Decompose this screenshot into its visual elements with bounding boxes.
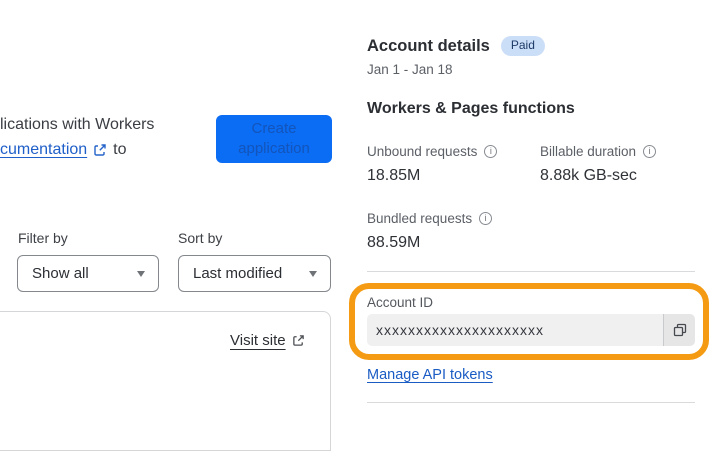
info-icon[interactable]: i bbox=[484, 145, 498, 158]
account-id-input[interactable] bbox=[367, 314, 663, 346]
account-details-header: Account details Paid bbox=[367, 36, 545, 57]
divider bbox=[367, 271, 695, 272]
bundled-requests-label: Bundled requests i bbox=[367, 211, 493, 226]
info-icon[interactable]: i bbox=[643, 145, 657, 158]
filter-by-label: Filter by bbox=[18, 230, 68, 246]
visit-site-link[interactable]: Visit site bbox=[230, 332, 305, 349]
workers-pages-functions-heading: Workers & Pages functions bbox=[367, 100, 575, 117]
plan-badge: Paid bbox=[500, 36, 545, 57]
chevron-down-icon bbox=[309, 270, 317, 277]
manage-api-tokens-link[interactable]: Manage API tokens bbox=[367, 367, 493, 383]
intro-text-line2: cumentation to bbox=[0, 141, 127, 159]
sort-selected-value: Last modified bbox=[193, 265, 283, 282]
chevron-down-icon bbox=[137, 270, 145, 277]
visit-site-label: Visit site bbox=[230, 332, 286, 349]
metric-label-text: Bundled requests bbox=[367, 211, 473, 226]
billable-duration-label: Billable duration i bbox=[540, 144, 657, 159]
account-details-title: Account details bbox=[367, 36, 490, 55]
copy-icon bbox=[673, 323, 687, 337]
info-icon[interactable]: i bbox=[479, 212, 493, 225]
account-id-label: Account ID bbox=[367, 295, 434, 310]
documentation-link[interactable]: cumentation bbox=[0, 141, 87, 159]
metric-label-text: Billable duration bbox=[540, 144, 637, 159]
filter-select[interactable]: Show all bbox=[17, 255, 159, 292]
sort-select[interactable]: Last modified bbox=[178, 255, 331, 292]
copy-account-id-button[interactable] bbox=[663, 314, 695, 346]
intro-text-line1: lications with Workers bbox=[0, 116, 155, 133]
intro-text-suffix: to bbox=[113, 141, 127, 158]
unbound-requests-label: Unbound requests i bbox=[367, 144, 498, 159]
external-link-icon[interactable] bbox=[292, 334, 305, 347]
filter-selected-value: Show all bbox=[32, 265, 89, 282]
divider bbox=[367, 402, 695, 403]
bundled-requests-value: 88.59M bbox=[367, 234, 421, 251]
metric-label-text: Unbound requests bbox=[367, 144, 478, 159]
unbound-requests-value: 18.85M bbox=[367, 167, 421, 184]
create-application-button[interactable]: Create application bbox=[216, 115, 332, 163]
external-link-icon[interactable] bbox=[93, 143, 107, 157]
sort-by-label: Sort by bbox=[178, 230, 223, 246]
billing-date-range: Jan 1 - Jan 18 bbox=[367, 62, 453, 77]
billable-duration-value: 8.88k GB-sec bbox=[540, 167, 637, 184]
account-id-field-group bbox=[367, 314, 695, 346]
